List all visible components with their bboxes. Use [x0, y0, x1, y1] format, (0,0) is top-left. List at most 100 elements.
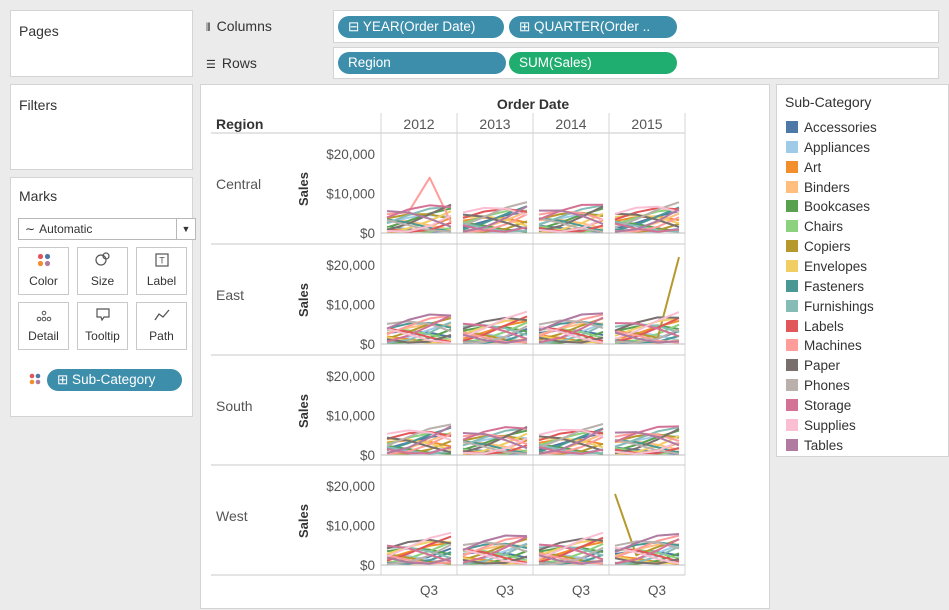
legend-item[interactable]: Art [786, 159, 821, 177]
column-header: Order Date [497, 96, 570, 112]
region-label: West [216, 508, 248, 524]
sum-sales-pill[interactable]: SUM(Sales) [509, 52, 677, 74]
detail-button[interactable]: Detail [18, 302, 69, 350]
y-tick-label: $20,000 [326, 369, 375, 384]
legend-item-label: Copiers [804, 239, 851, 255]
tooltip-button[interactable]: Tooltip [77, 302, 128, 350]
legend-swatch [786, 180, 798, 193]
legend-item-label: Chairs [804, 219, 844, 235]
size-button[interactable]: Size [77, 247, 128, 295]
legend-item[interactable]: Copiers [786, 238, 851, 256]
y-tick-label: $10,000 [326, 187, 375, 202]
legend-item[interactable]: Bookcases [786, 198, 870, 216]
filters-title: Filters [19, 97, 58, 113]
legend-item[interactable]: Phones [786, 377, 850, 395]
path-icon [137, 303, 186, 329]
sub-category-legend: Sub-Category Accessories Appliances Art Bin… [776, 84, 949, 457]
legend-item[interactable]: Tables [786, 437, 843, 455]
legend-item-label: Phones [804, 378, 850, 394]
legend-item[interactable]: Chairs [786, 218, 843, 236]
legend-swatch [786, 160, 798, 173]
region-label: South [216, 398, 253, 414]
legend-swatch [786, 200, 798, 213]
row-header: Region [216, 116, 263, 132]
label-button[interactable]: T Label [136, 247, 187, 295]
legend-item[interactable]: Storage [786, 397, 851, 415]
sub-category-color-pill[interactable]: ⊞ Sub-Category [47, 369, 182, 391]
legend-item[interactable]: Appliances [786, 139, 870, 157]
legend-item-label: Bookcases [804, 199, 871, 215]
rows-icon: ☰ [206, 59, 216, 71]
y-tick-label: $20,000 [326, 258, 375, 273]
legend-item-label: Paper [804, 358, 841, 374]
legend-item[interactable]: Paper [786, 357, 840, 375]
y-tick-label: $0 [360, 558, 375, 573]
chevron-down-icon[interactable]: ▼ [176, 219, 195, 239]
y-tick-label: $0 [360, 448, 375, 463]
sales-axis-label: Sales [296, 394, 311, 428]
color-button[interactable]: Color [18, 247, 69, 295]
svg-text:T: T [159, 256, 165, 266]
legend-item[interactable]: Accessories [786, 119, 877, 137]
legend-swatch [786, 438, 798, 451]
legend-item-label: Tables [804, 437, 844, 453]
legend-item-label: Binders [804, 179, 850, 195]
legend-item[interactable]: Labels [786, 318, 844, 336]
detail-button-label: Detail [28, 329, 59, 343]
legend-swatch [786, 418, 798, 431]
pages-title: Pages [19, 23, 59, 39]
y-tick-label: $10,000 [326, 298, 375, 313]
size-button-label: Size [90, 274, 115, 288]
legend-item-label: Art [804, 159, 822, 175]
legend-item-label: Storage [804, 397, 852, 413]
year-order-date-pill[interactable]: ⊟ YEAR(Order Date) [338, 16, 504, 38]
legend-swatch [786, 240, 798, 253]
path-button[interactable]: Path [136, 302, 187, 350]
year-header: 2015 [631, 116, 662, 132]
legend-item[interactable]: Machines [786, 337, 862, 355]
legend-item[interactable]: Supplies [786, 417, 856, 435]
y-tick-label: $20,000 [326, 147, 375, 162]
y-tick-label: $0 [360, 337, 375, 352]
legend-item-label: Labels [804, 318, 844, 334]
path-button-label: Path [149, 329, 174, 343]
region-label: East [216, 287, 244, 303]
tooltip-button-label: Tooltip [85, 329, 120, 343]
sales-axis-label: Sales [296, 504, 311, 538]
y-tick-label: $0 [360, 226, 375, 241]
filters-panel: Filters [10, 84, 193, 170]
detail-dots-icon [19, 303, 68, 329]
legend-item[interactable]: Binders [786, 179, 850, 197]
color-button-label: Color [29, 274, 58, 288]
legend-swatch [786, 259, 798, 272]
x-tick-label: Q3 [420, 583, 438, 598]
region-pill[interactable]: Region [338, 52, 506, 74]
legend-title: Sub-Category [785, 94, 872, 110]
legend-swatch [786, 319, 798, 332]
legend-item[interactable]: Fasteners [786, 278, 864, 296]
region-label: Central [216, 176, 261, 192]
columns-shelf-label: ⫴ Columns [206, 18, 272, 34]
x-tick-label: Q3 [648, 583, 666, 598]
legend-item-label: Accessories [804, 120, 877, 135]
size-icon [78, 248, 127, 274]
columns-shelf: ⫴ Columns ⊟ YEAR(Order Date) ⊞ QUARTER(Or… [200, 10, 939, 43]
legend-item[interactable]: Envelopes [786, 258, 867, 276]
year-header: 2012 [403, 116, 434, 132]
color-dots-icon [29, 372, 41, 390]
rows-shelf-label: ☰ Rows [206, 55, 257, 71]
y-tick-label: $10,000 [326, 519, 375, 534]
legend-item-label: Appliances [804, 139, 871, 155]
legend-item[interactable]: Furnishings [786, 298, 874, 316]
x-tick-label: Q3 [496, 583, 514, 598]
quarter-order-date-pill[interactable]: ⊞ QUARTER(Order .. [509, 16, 677, 38]
marks-card: Marks ∼ Automatic ▼ Color Size T Label De… [10, 177, 196, 417]
legend-swatch [786, 398, 798, 411]
legend-swatch [786, 359, 798, 372]
sales-axis-label: Sales [296, 172, 311, 206]
mark-type-value: Automatic [39, 222, 93, 236]
mark-type-dropdown[interactable]: ∼ Automatic ▼ [18, 218, 196, 240]
x-tick-label: Q3 [572, 583, 590, 598]
legend-swatch [786, 140, 798, 153]
y-tick-label: $10,000 [326, 409, 375, 424]
